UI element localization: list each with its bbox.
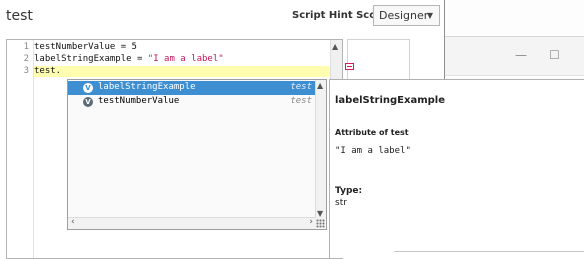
variable-icon: V <box>83 97 93 107</box>
error-marker-icon <box>345 63 354 70</box>
scope-dropdown-value: Designer <box>379 9 429 22</box>
code-line-3: test. <box>34 66 62 76</box>
minimize-button[interactable]: — <box>515 48 527 62</box>
autocomplete-item-name: labelStringExample <box>98 82 196 92</box>
dialog-title: test <box>6 8 33 24</box>
scroll-up-icon[interactable]: ▲ <box>317 81 323 90</box>
doc-type-value: str <box>335 198 347 208</box>
chevron-down-icon: ▼ <box>426 11 433 20</box>
autocomplete-item-name: testNumberValue <box>98 96 180 106</box>
divider <box>394 251 584 252</box>
code-line-2: labelStringExample = "I am a label" <box>34 54 224 64</box>
autocomplete-item[interactable]: V labelStringExample test <box>68 81 316 95</box>
scroll-left-icon[interactable]: ‹ <box>71 217 75 227</box>
autocomplete-item-type: test <box>290 96 312 106</box>
scroll-down-icon[interactable]: ▼ <box>317 209 323 218</box>
scope-dropdown[interactable]: Designer ▼ <box>373 5 440 26</box>
autocomplete-item[interactable]: V testNumberValue test <box>68 95 316 109</box>
popup-vertical-scrollbar[interactable]: ▲ ▼ <box>315 80 326 219</box>
line-number-gutter: 1 2 3 <box>7 40 34 258</box>
doc-value: "I am a label" <box>335 146 411 156</box>
popup-horizontal-scrollbar[interactable]: ‹ › <box>68 217 316 229</box>
scroll-up-icon[interactable]: ▲ <box>332 42 338 51</box>
line-number: 1 <box>23 42 29 52</box>
line-number: 2 <box>23 54 29 64</box>
background-window-titlebar: — ☐ <box>445 36 584 76</box>
maximize-button[interactable]: ☐ <box>549 48 560 62</box>
doc-type-label: Type: <box>335 186 363 196</box>
code-line-2-prefix: labelStringExample = <box>34 54 148 64</box>
doc-title: labelStringExample <box>335 95 445 106</box>
code-string-literal: "I am a label" <box>147 54 224 64</box>
documentation-panel: labelStringExample Attribute of test "I … <box>329 79 584 258</box>
variable-icon: V <box>83 83 93 93</box>
doc-attribute: Attribute of test <box>335 128 409 137</box>
scroll-right-icon[interactable]: › <box>309 217 313 227</box>
autocomplete-popup: V labelStringExample test V testNumberVa… <box>67 79 327 230</box>
code-line-1: testNumberValue = 5 <box>34 42 137 52</box>
current-line-highlight <box>34 66 334 77</box>
resize-grip-icon[interactable] <box>316 219 325 228</box>
line-number: 3 <box>23 66 29 76</box>
autocomplete-item-type: test <box>290 82 312 92</box>
